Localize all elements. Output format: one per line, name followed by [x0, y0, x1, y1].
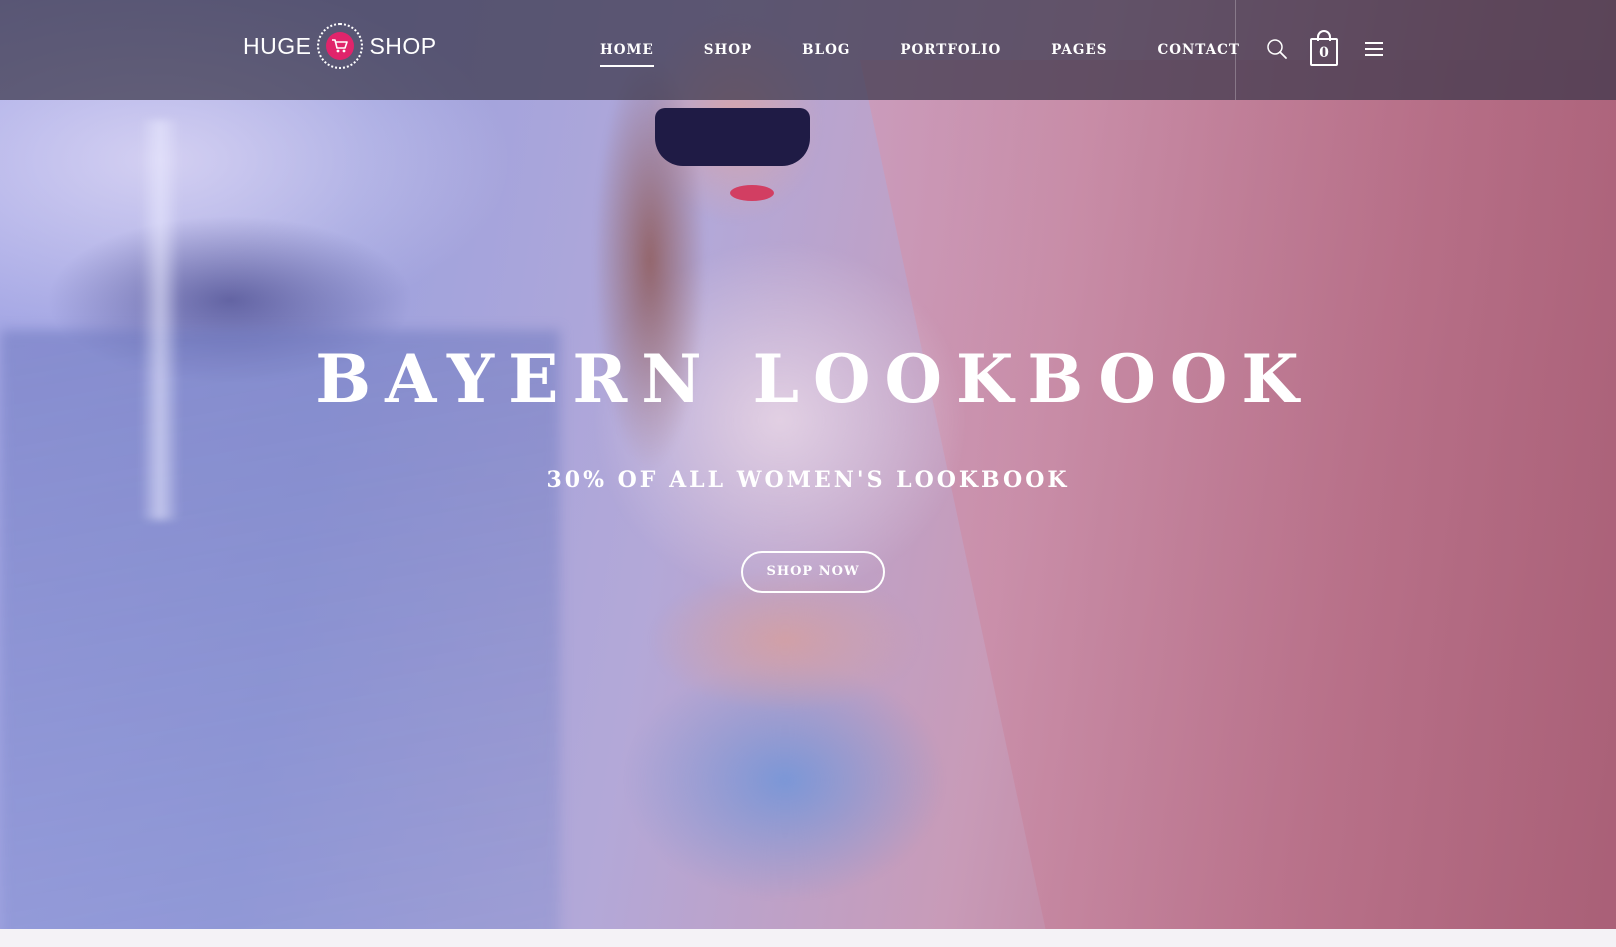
nav-item-blog[interactable]: BLOG [802, 38, 850, 62]
shopping-bag-icon[interactable]: 0 [1310, 30, 1340, 66]
hamburger-menu-icon[interactable] [1365, 42, 1385, 58]
shopping-cart-icon [326, 32, 355, 60]
nav-item-contact[interactable]: CONTACT [1157, 38, 1239, 62]
blurred-street [0, 330, 560, 947]
hero-subtitle: 30% OF ALL WOMEN'S LOOKBOOK [546, 467, 1070, 493]
nav-item-shop[interactable]: SHOP [704, 38, 752, 62]
model-lips [730, 185, 774, 201]
model-sunglasses [655, 108, 810, 166]
shop-now-button[interactable]: SHOP NOW [741, 551, 885, 593]
cart-count: 0 [1310, 38, 1338, 66]
nav-item-portfolio[interactable]: PORTFOLIO [900, 38, 1001, 62]
hero-title: BAYERN LOOKBOOK [315, 340, 1313, 418]
main-navigation: HOME SHOP BLOG PORTFOLIO PAGES CONTACT [600, 0, 1290, 100]
nav-item-home[interactable]: HOME [600, 38, 654, 67]
logo-badge [317, 23, 364, 69]
header-divider [1235, 0, 1236, 100]
blurred-lamp-pole [140, 120, 180, 520]
logo-text-right: SHOP [369, 32, 437, 59]
nav-item-pages[interactable]: PAGES [1051, 38, 1107, 62]
search-icon[interactable] [1266, 38, 1290, 62]
page: HUGE SHOP HOME SHOP BLOG PORTFOLIO PAGES… [0, 0, 1616, 947]
logo-text-left: HUGE [243, 32, 312, 59]
site-header: HUGE SHOP HOME SHOP BLOG PORTFOLIO PAGES… [0, 0, 1616, 100]
site-logo[interactable]: HUGE SHOP [243, 23, 437, 69]
page-bottom-strip [0, 929, 1616, 947]
